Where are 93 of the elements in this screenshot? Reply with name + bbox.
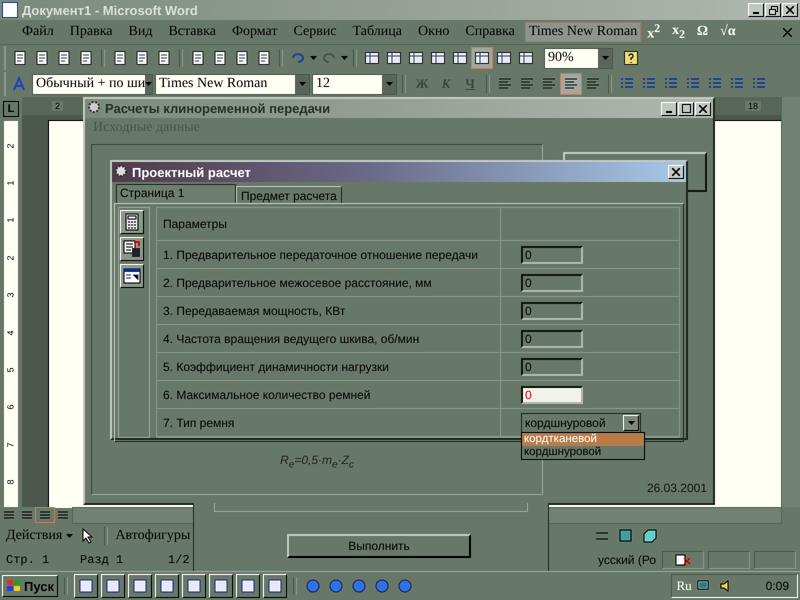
menu-item[interactable]: Правка bbox=[62, 24, 121, 40]
document-save-icon[interactable] bbox=[120, 237, 144, 261]
clock: 0:09 bbox=[766, 579, 789, 593]
start-button[interactable]: Пуск bbox=[2, 575, 58, 597]
input-field[interactable]: 0 bbox=[521, 330, 583, 348]
minimize-icon bbox=[666, 110, 672, 112]
zoom-dropdown[interactable]: 90% bbox=[544, 48, 613, 68]
font-dropdown[interactable]: Times New Roman bbox=[155, 74, 310, 94]
vertical-scrollbar[interactable] bbox=[781, 97, 800, 507]
formula-text: R$_{e}$=0,5·m$_{e}$·Z$_{c}$ bbox=[280, 452, 354, 470]
run-button[interactable]: Выполнить bbox=[287, 534, 471, 558]
flag-icon bbox=[6, 579, 22, 593]
input-field[interactable]: 0 bbox=[521, 386, 583, 404]
input-field[interactable]: 0 bbox=[521, 274, 583, 292]
spreadsheet-icon[interactable] bbox=[120, 264, 144, 288]
word-icon bbox=[2, 2, 18, 18]
parameter-label: 4. Частота вращения ведущего шкива, об/мин bbox=[162, 332, 420, 346]
menu-item[interactable]: Вставка bbox=[160, 24, 224, 40]
symbol-button[interactable]: x$^{2}$ bbox=[641, 22, 666, 42]
font-menu-box[interactable]: Times New Roman bbox=[524, 22, 642, 42]
menu-item[interactable]: Справка bbox=[457, 24, 523, 40]
caret-icon bbox=[602, 56, 608, 60]
spelling-status-icon bbox=[662, 551, 704, 569]
dropdown-option[interactable]: кордшнуровой bbox=[522, 446, 644, 459]
tab-stop-button[interactable]: L bbox=[3, 101, 19, 117]
caret-icon[interactable] bbox=[310, 56, 317, 60]
close-icon bbox=[699, 104, 707, 112]
window-title: Документ1 - Microsoft Word bbox=[22, 2, 198, 18]
ruler-number: 4 bbox=[6, 330, 16, 336]
language-status: усский (Ро bbox=[596, 553, 657, 567]
parameter-label: 5. Коэффициент динамичности нагрузки bbox=[162, 360, 390, 374]
dialog-title: Проектный расчет bbox=[132, 164, 251, 180]
symbol-button[interactable]: √α bbox=[714, 24, 742, 40]
autoshapes-menu[interactable]: Автофигуры bbox=[115, 528, 190, 544]
column-header: Параметры bbox=[162, 217, 228, 231]
input-field[interactable]: 0 bbox=[521, 246, 583, 264]
close-icon[interactable] bbox=[783, 28, 792, 36]
menu-item[interactable]: Сервис bbox=[286, 24, 345, 40]
caret-icon bbox=[145, 82, 152, 86]
style-dropdown[interactable]: Обычный + по ши bbox=[32, 74, 153, 94]
ruler-number: 1 bbox=[6, 180, 16, 186]
menu-item[interactable]: Вид bbox=[120, 24, 160, 40]
ruler-number: 2 bbox=[52, 101, 64, 111]
ruler-number: 8 bbox=[6, 480, 16, 485]
parameter-label: 6. Максимальное количество ремней bbox=[162, 388, 372, 402]
ruler-number: 3 bbox=[6, 292, 16, 298]
minimize-icon bbox=[753, 12, 759, 14]
actions-menu[interactable]: Действия bbox=[6, 528, 62, 544]
caret-icon bbox=[628, 420, 634, 424]
restore-icon bbox=[768, 6, 778, 14]
parameter-label: 3. Передаваемая мощность, КВт bbox=[162, 304, 346, 318]
ruler-number: 6 bbox=[6, 404, 16, 410]
ruler-number: 5 bbox=[6, 368, 16, 373]
menu-item[interactable]: Таблица bbox=[344, 24, 410, 40]
maximize-icon bbox=[682, 104, 690, 113]
symbol-button[interactable]: Ω bbox=[690, 24, 714, 40]
section-status: Разд 1 bbox=[79, 553, 124, 567]
menu-item[interactable]: Окно bbox=[410, 24, 458, 40]
symbol-button[interactable]: x$_{2}$ bbox=[666, 23, 691, 41]
parameter-label: 1. Предварительное передаточное отношение передачи bbox=[162, 248, 480, 262]
menu-item[interactable]: Файл bbox=[14, 24, 62, 40]
parameter-label: 7. Тип ремня bbox=[162, 416, 236, 430]
window-title: Расчеты клиноременной передачи bbox=[105, 101, 330, 116]
font-size-dropdown[interactable]: 12 bbox=[312, 74, 397, 94]
parameter-label: 2. Предварительное межосевое расстояние, мм bbox=[162, 276, 433, 290]
calculator-icon[interactable] bbox=[120, 210, 144, 234]
page-count-status: 1/2 bbox=[167, 553, 191, 567]
language-indicator[interactable]: Ru bbox=[676, 578, 692, 594]
input-field[interactable]: 0 bbox=[521, 302, 583, 320]
close-icon bbox=[786, 6, 794, 14]
dropdown-option[interactable]: кордтканевой bbox=[522, 433, 644, 446]
caret-icon bbox=[386, 82, 392, 86]
caret-icon bbox=[298, 82, 306, 86]
ruler-number: 1 bbox=[6, 218, 16, 223]
ruler-number: 18 bbox=[744, 101, 761, 111]
status-panel bbox=[754, 551, 796, 569]
date-text: 26.03.2001 bbox=[646, 481, 707, 495]
ruler-number: 2 bbox=[6, 255, 16, 260]
caret-icon[interactable] bbox=[66, 534, 74, 538]
close-button[interactable] bbox=[668, 165, 684, 179]
page-view-icon[interactable] bbox=[36, 508, 54, 522]
tab[interactable]: Страница 1 bbox=[116, 184, 236, 204]
caret-icon[interactable] bbox=[341, 56, 348, 60]
input-field[interactable]: 0 bbox=[521, 358, 583, 376]
ruler-number: 7 bbox=[6, 442, 16, 448]
ruler-number: 2 bbox=[6, 143, 16, 148]
justify-icon[interactable] bbox=[561, 74, 581, 94]
menu-item[interactable]: Формат bbox=[224, 24, 286, 40]
close-icon bbox=[672, 168, 680, 176]
tab[interactable]: Предмет расчета bbox=[236, 186, 342, 203]
help-icon[interactable] bbox=[621, 48, 641, 68]
page-status: Стр. 1 bbox=[5, 553, 50, 567]
status-panel bbox=[708, 551, 750, 569]
